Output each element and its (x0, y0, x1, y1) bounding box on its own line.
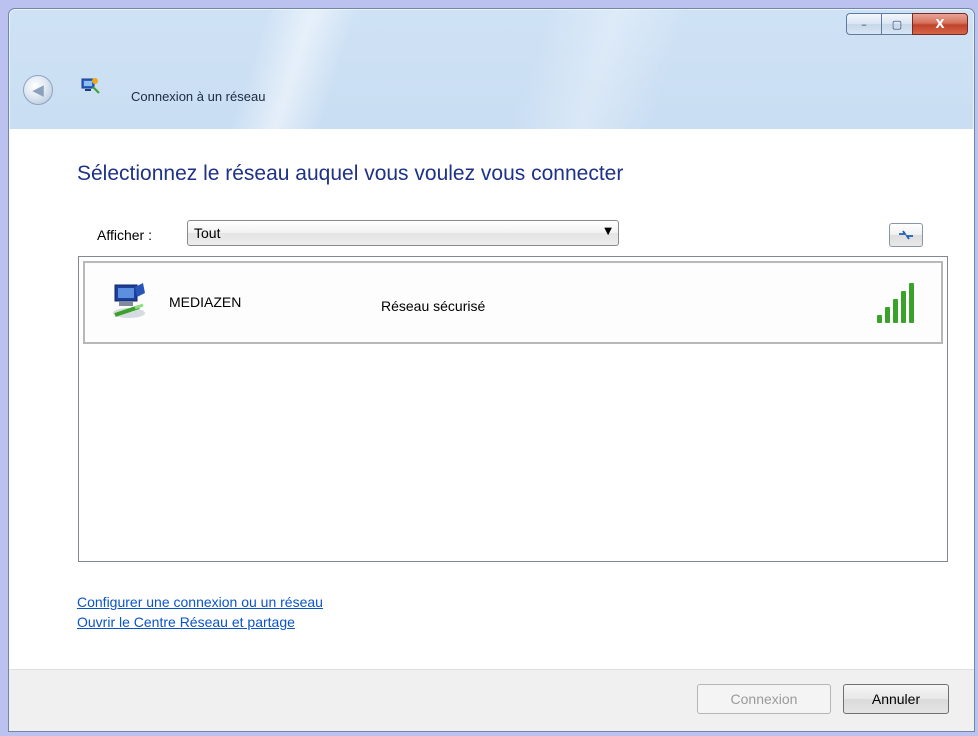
chevron-down-icon: ▼ (604, 226, 612, 237)
setup-connection-link[interactable]: Configurer une connexion ou un réseau (77, 594, 323, 610)
back-arrow-icon: ◀ (32, 81, 44, 99)
network-row[interactable]: MEDIAZEN Réseau sécurisé (83, 261, 943, 344)
wireless-network-icon (113, 283, 145, 318)
dialog-footer: Connexion Annuler (9, 669, 974, 731)
signal-bar (893, 299, 898, 323)
filter-dropdown[interactable]: Tout ▼ (187, 220, 619, 246)
signal-bar (877, 315, 882, 323)
refresh-button[interactable] (889, 223, 923, 247)
filter-label: Afficher : (97, 227, 152, 243)
refresh-icon (899, 230, 913, 240)
dialog-window: – ▢ X ◀ Connexion à un réseau Sélectionn… (8, 8, 975, 732)
network-icon (81, 78, 100, 94)
window-controls: – ▢ X (846, 13, 968, 35)
network-security: Réseau sécurisé (381, 298, 486, 314)
network-name: MEDIAZEN (169, 294, 242, 310)
glass-highlight (229, 9, 359, 129)
maximize-button[interactable]: ▢ (881, 13, 912, 35)
page-heading: Sélectionnez le réseau auquel vous voule… (77, 162, 624, 185)
close-button[interactable]: X (912, 13, 968, 35)
signal-bar (909, 283, 914, 323)
glass-highlight (509, 9, 689, 129)
window-title: Connexion à un réseau (131, 89, 266, 104)
connect-button[interactable]: Connexion (697, 684, 831, 714)
signal-bar (885, 307, 890, 323)
network-list[interactable]: MEDIAZEN Réseau sécurisé (78, 256, 948, 562)
filter-selected-value: Tout (194, 225, 221, 241)
signal-strength-icon (877, 283, 914, 323)
signal-bar (901, 291, 906, 323)
minimize-button[interactable]: – (846, 13, 881, 35)
network-center-link[interactable]: Ouvrir le Centre Réseau et partage (77, 614, 295, 630)
dialog-content: Sélectionnez le réseau auquel vous voule… (9, 129, 974, 669)
back-button[interactable]: ◀ (23, 75, 53, 105)
cancel-button[interactable]: Annuler (843, 684, 949, 714)
